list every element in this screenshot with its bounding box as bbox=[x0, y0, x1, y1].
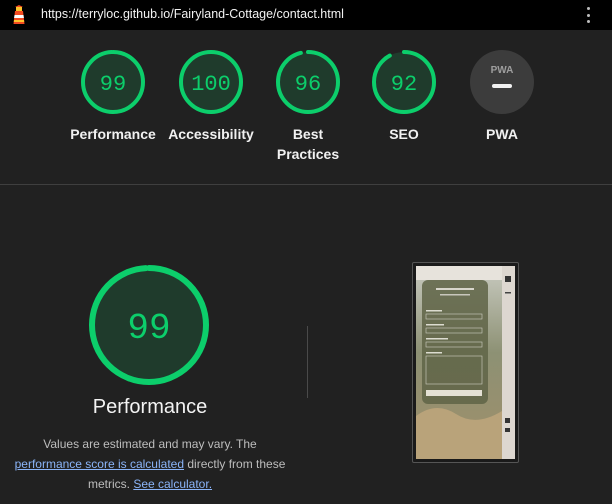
gauge-ring: 96 bbox=[276, 50, 340, 114]
gauge-score: 92 bbox=[391, 72, 417, 97]
gauge-ring: 100 bbox=[179, 50, 243, 114]
gauge-score: 99 bbox=[100, 72, 126, 97]
performance-score-gauge: 99 bbox=[89, 265, 209, 385]
gauge-pwa[interactable]: PWA PWA bbox=[452, 48, 552, 144]
gauge-score: 96 bbox=[295, 72, 321, 97]
gauge-score: 100 bbox=[191, 72, 231, 97]
lighthouse-icon bbox=[13, 5, 25, 24]
gauge-label: SEO bbox=[389, 126, 419, 142]
performance-description: Values are estimated and may vary. The p… bbox=[5, 434, 295, 494]
gauge-label: Best Practices bbox=[276, 126, 340, 162]
see-calculator-link[interactable]: See calculator. bbox=[133, 477, 212, 491]
report-url[interactable]: https://terryloc.github.io/Fairyland-Cot… bbox=[41, 7, 344, 21]
final-screenshot[interactable] bbox=[412, 262, 519, 463]
page-screenshot bbox=[416, 266, 515, 459]
gauge-label: Performance bbox=[70, 126, 156, 142]
section-divider bbox=[0, 184, 612, 185]
pwa-badge-text: PWA bbox=[491, 65, 514, 76]
category-gauges: 99 Performance 100 Accessibility 96 Best… bbox=[0, 30, 612, 184]
gauge-accessibility[interactable]: 100 Accessibility bbox=[161, 48, 261, 144]
gauge-label: PWA bbox=[486, 126, 518, 142]
gauge-ring: 99 bbox=[81, 50, 145, 114]
vertical-divider bbox=[307, 326, 308, 398]
gauge-seo[interactable]: 92 SEO bbox=[354, 48, 454, 144]
score-calculated-link[interactable]: performance score is calculated bbox=[15, 457, 184, 471]
pwa-badge-icon: PWA bbox=[470, 50, 534, 114]
performance-score: 99 bbox=[127, 308, 170, 349]
kebab-menu-icon[interactable] bbox=[583, 7, 593, 23]
gauge-label: Accessibility bbox=[168, 126, 254, 142]
performance-title: Performance bbox=[92, 396, 208, 418]
desc-text: Values are estimated and may vary. The bbox=[43, 437, 257, 451]
gauge-best-practices[interactable]: 96 Best Practices bbox=[258, 48, 358, 164]
gauge-performance[interactable]: 99 Performance bbox=[63, 48, 163, 144]
gauge-ring: 92 bbox=[372, 50, 436, 114]
screenshot-image bbox=[416, 266, 515, 459]
top-bar: https://terryloc.github.io/Fairyland-Cot… bbox=[0, 0, 612, 30]
